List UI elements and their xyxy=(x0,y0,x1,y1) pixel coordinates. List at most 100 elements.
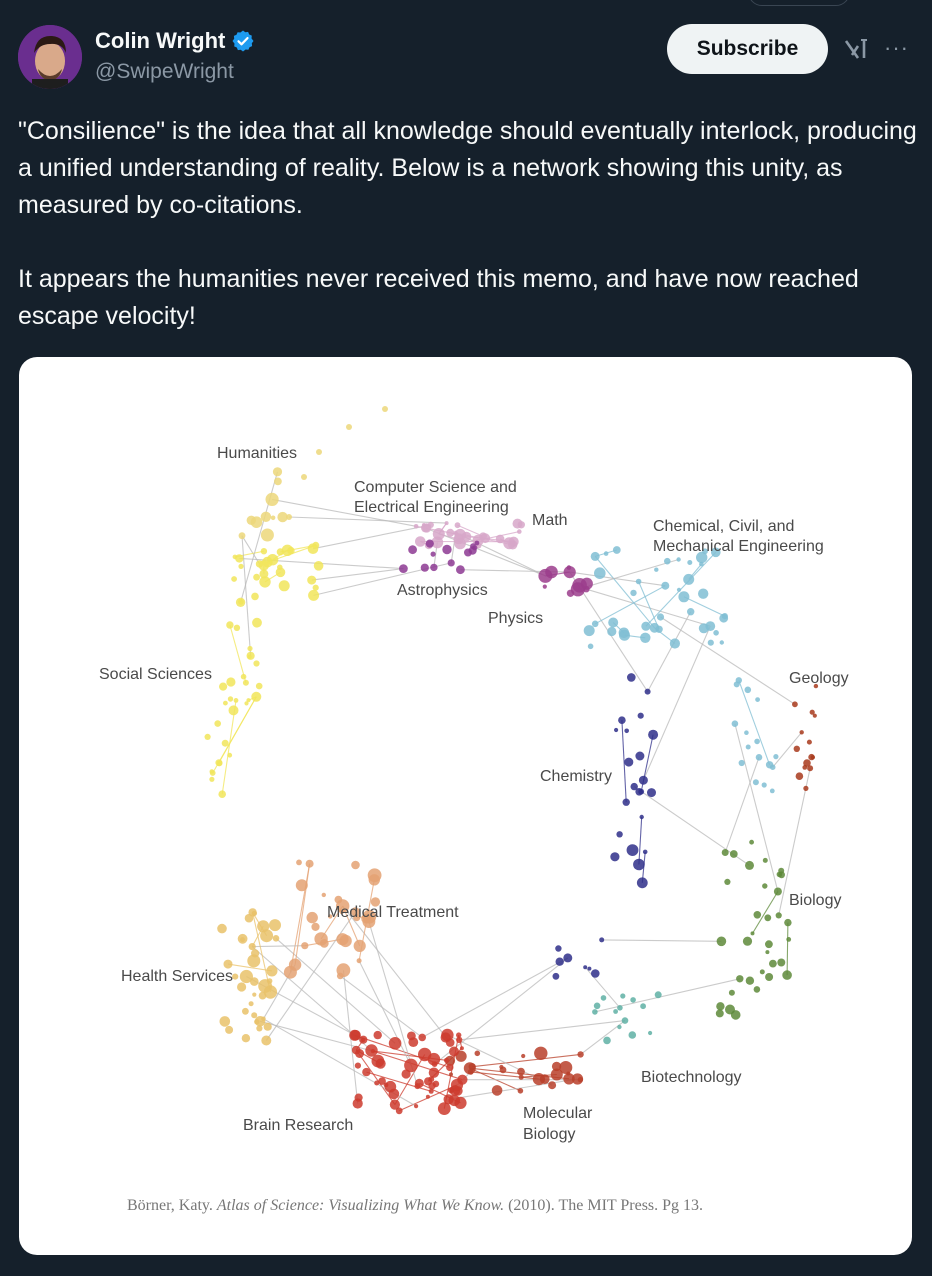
network-node xyxy=(399,564,408,573)
avatar[interactable] xyxy=(18,25,82,89)
network-node xyxy=(321,892,326,898)
network-link xyxy=(786,922,789,976)
label-molecular-line2: Biology xyxy=(523,1126,575,1143)
network-node xyxy=(792,701,798,708)
network-node xyxy=(765,950,770,955)
grok-icon[interactable] xyxy=(842,34,872,64)
post-text: "Consilience" is the idea that all knowl… xyxy=(18,117,917,330)
network-node xyxy=(351,1045,361,1055)
network-node xyxy=(233,624,241,631)
network-node xyxy=(517,529,522,534)
network-node xyxy=(622,798,630,806)
network-node xyxy=(425,1094,430,1099)
network-node xyxy=(738,759,745,767)
network-node xyxy=(480,533,491,544)
network-link xyxy=(660,616,796,705)
network-node xyxy=(209,770,216,776)
network-node xyxy=(769,764,776,770)
network-node xyxy=(647,788,656,798)
author-name[interactable]: Colin Wright xyxy=(95,28,225,54)
network-link xyxy=(342,905,451,1043)
network-node xyxy=(239,969,253,984)
network-node xyxy=(275,567,286,578)
network-node xyxy=(448,1094,460,1107)
network-node xyxy=(641,621,651,631)
network-node xyxy=(312,584,319,591)
network-node xyxy=(238,563,244,569)
network-node xyxy=(456,565,465,575)
network-node xyxy=(235,597,246,607)
network-node xyxy=(621,1017,629,1024)
label-astrophysics: Astrophysics xyxy=(397,582,488,599)
subscribe-button[interactable]: Subscribe xyxy=(667,24,828,74)
network-link xyxy=(638,816,643,865)
author-handle[interactable]: @SwipeWright xyxy=(95,60,234,84)
network-node xyxy=(442,544,452,555)
network-node xyxy=(698,623,709,634)
network-link xyxy=(642,625,711,781)
network-node xyxy=(640,1003,646,1010)
network-node xyxy=(247,654,252,659)
network-nodes xyxy=(204,406,819,1115)
label-cs-line1: Computer Science and xyxy=(354,479,517,496)
media-image[interactable]: Humanities Computer Science and Electric… xyxy=(19,357,912,1255)
network-node xyxy=(517,1088,524,1094)
network-node xyxy=(258,560,269,571)
network-node xyxy=(449,1046,459,1057)
network-node xyxy=(545,565,558,579)
network-node xyxy=(745,744,751,750)
network-node xyxy=(272,467,283,477)
network-node xyxy=(724,878,731,886)
network-node xyxy=(457,1074,468,1085)
network-link xyxy=(294,863,311,965)
verified-badge-icon xyxy=(232,30,254,52)
network-node xyxy=(346,424,352,430)
network-node xyxy=(214,720,221,727)
network-node xyxy=(237,933,248,944)
network-node xyxy=(769,959,777,968)
network-node xyxy=(755,754,763,761)
network-node xyxy=(616,831,623,838)
network-node xyxy=(336,972,344,980)
label-biology: Biology xyxy=(789,892,841,909)
network-node xyxy=(260,929,274,943)
label-health-services: Health Services xyxy=(121,968,233,985)
network-node xyxy=(707,639,714,646)
more-icon[interactable]: ··· xyxy=(884,34,909,62)
network-node xyxy=(431,1061,438,1067)
network-node xyxy=(719,640,724,645)
network-node xyxy=(265,492,279,506)
network-node xyxy=(784,918,792,927)
network-node xyxy=(209,776,215,782)
network-node xyxy=(620,993,626,999)
network-node xyxy=(654,991,662,999)
network-node xyxy=(270,515,276,521)
network-node xyxy=(252,992,257,997)
network-node xyxy=(782,970,792,980)
network-node xyxy=(238,532,246,540)
network-link xyxy=(601,939,722,942)
top-pill xyxy=(748,0,850,6)
network-node xyxy=(227,752,233,758)
network-node xyxy=(733,681,740,688)
network-node xyxy=(316,449,322,455)
network-node xyxy=(773,754,779,760)
network-node xyxy=(778,871,785,879)
label-biotechnology: Biotechnology xyxy=(641,1069,742,1086)
network-link xyxy=(738,680,771,765)
network-node xyxy=(753,986,761,993)
network-node xyxy=(428,1067,440,1078)
network-node xyxy=(415,536,426,547)
network-node xyxy=(427,521,434,528)
network-node xyxy=(676,587,682,592)
network-node xyxy=(356,958,362,964)
network-link xyxy=(288,516,447,524)
network-node xyxy=(799,730,804,735)
network-node xyxy=(232,554,238,560)
network-node xyxy=(228,705,239,716)
network-node xyxy=(649,622,660,633)
network-node xyxy=(542,584,547,589)
network-node xyxy=(555,957,564,966)
network-node xyxy=(286,514,292,520)
network-node xyxy=(744,730,749,735)
